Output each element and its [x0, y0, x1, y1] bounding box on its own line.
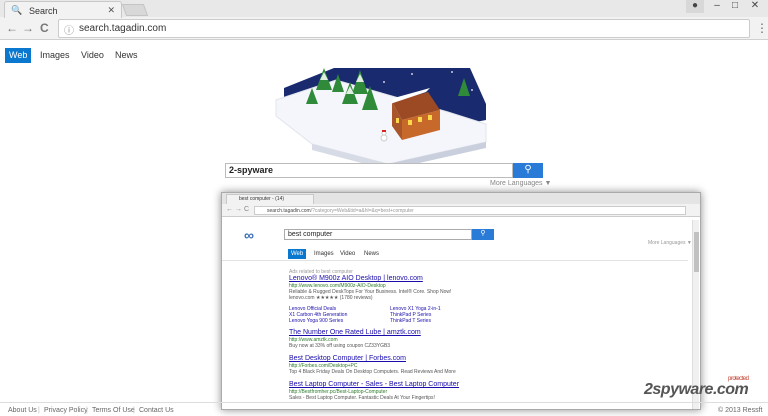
inner-search-input: best computer [284, 229, 472, 240]
address-text: search.tagadin.com [79, 23, 167, 34]
vertical-news[interactable]: News [115, 48, 138, 63]
footer-about-link[interactable]: About Us [8, 407, 37, 414]
menu-icon[interactable]: ⋮ [756, 21, 768, 35]
sitelink: ThinkPad T Series [390, 318, 431, 324]
search-button[interactable]: ⚲ [513, 163, 543, 178]
address-bar[interactable]: ⓘ search.tagadin.com [58, 19, 750, 38]
sitelink: Lenovo Yoga 900 Series [289, 318, 344, 324]
reload-button[interactable]: C [40, 21, 49, 35]
tab-strip: 🔍 Search ✕ ● – □ ✕ [0, 0, 768, 18]
vertical-web[interactable]: Web [5, 48, 32, 63]
new-tab-button[interactable] [121, 4, 149, 16]
close-window-button[interactable]: ✕ [744, 0, 766, 13]
more-languages-link[interactable]: More Languages ▼ [490, 180, 551, 187]
search-icon: 🔍 [11, 5, 23, 15]
inner-vertical-video: Video [340, 251, 356, 257]
forward-button[interactable]: → [22, 21, 34, 35]
result-item: The Number One Rated Lube | amztk.com ht… [289, 329, 421, 349]
footer-terms-link[interactable]: Terms Of Use [92, 407, 135, 414]
inner-tab: best computer - (14) [226, 194, 314, 204]
inner-vertical-images: Images [314, 251, 334, 257]
footer: About Us | Privacy Policy | Terms Of Use… [0, 402, 768, 416]
tab-title: Search [29, 6, 58, 16]
inner-reload-icon: C [244, 206, 250, 213]
browser-tab[interactable]: 🔍 Search ✕ [4, 1, 122, 18]
watermark: 2spyware.com protected [644, 376, 749, 398]
result-item: Best Laptop Computer - Sales - Best Lapt… [289, 381, 460, 401]
winter-scene-logo [275, 65, 487, 170]
result-item: Best Desktop Computer | Forbes.com http:… [289, 355, 456, 375]
back-button[interactable]: ← [6, 21, 18, 35]
inner-forward-icon: → [235, 206, 242, 213]
inner-chrome: best computer - (14) ← → C search.tagadi… [222, 193, 700, 217]
footer-contact-link[interactable]: Contact Us [139, 407, 174, 414]
inner-search-button: ⚲ [472, 229, 494, 240]
user-profile-icon[interactable]: ● [686, 0, 704, 13]
minimize-button[interactable]: – [708, 0, 726, 13]
maximize-button[interactable]: □ [726, 0, 744, 13]
search-input[interactable]: 2-spyware [225, 163, 513, 178]
inner-vertical-news: News [364, 251, 380, 257]
inner-back-icon: ← [226, 206, 233, 213]
inner-more-languages: More Languages ▼ [648, 240, 692, 246]
browser-chrome: 🔍 Search ✕ ● – □ ✕ ← → C ⓘ search.tagadi… [0, 0, 768, 40]
vertical-video[interactable]: Video [81, 48, 104, 63]
search-icon: ⚲ [524, 164, 532, 175]
inner-vertical-web: Web [288, 249, 307, 259]
result-item: Lenovo® M900z AIO Desktop | lenovo.com h… [289, 275, 452, 301]
embedded-screenshot: best computer - (14) ← → C search.tagadi… [221, 192, 701, 410]
info-icon: ⓘ [64, 26, 74, 37]
close-tab-icon[interactable]: ✕ [107, 5, 115, 16]
inner-address-bar: search.tagadin.com/?category=Web&tid=a&h… [254, 206, 686, 215]
vertical-images[interactable]: Images [40, 48, 70, 63]
footer-privacy-link[interactable]: Privacy Policy [44, 407, 88, 414]
site-logo-icon: ∞ [244, 227, 254, 243]
copyright: © 2013 Ressft [718, 407, 763, 414]
